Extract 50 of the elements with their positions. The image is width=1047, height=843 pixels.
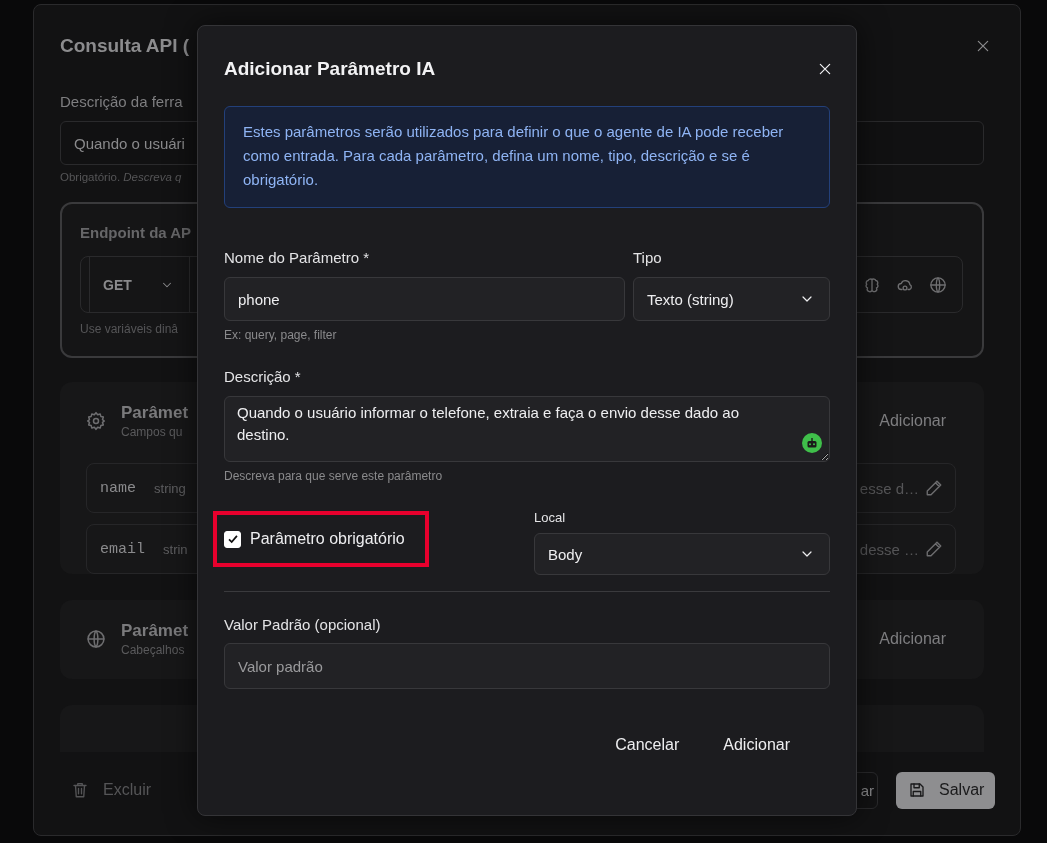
hint-text: Obrigatório. Descreva q <box>60 170 182 185</box>
edit-icon[interactable] <box>925 479 943 497</box>
dialog-button[interactable]: Adicionar <box>710 727 803 763</box>
close-button[interactable] <box>817 61 833 77</box>
field-value: Quando o usuári <box>74 134 185 152</box>
brain-icon <box>863 275 881 294</box>
save-icon <box>908 781 926 799</box>
add-button[interactable]: Adicionar <box>879 412 946 430</box>
dialog-button[interactable]: Cancelar <box>602 727 693 763</box>
parameter-name: email <box>100 540 145 558</box>
field-label: Tipo <box>633 248 663 268</box>
select-field[interactable]: Body <box>534 533 830 575</box>
parameter-type: string <box>154 480 186 496</box>
info-message: Estes parâmetros serão utilizados para definir o que o agente de IA pode receber como entrada. Para cada parâmetro, defina um nome, tipo, descrição e se é obrigatório. <box>224 106 830 208</box>
gear-icon <box>86 411 106 431</box>
hint-text: Ex: query, page, filter <box>224 327 337 343</box>
method-select[interactable]: GET <box>90 257 190 312</box>
dialog-title: Consulta API ( <box>60 35 190 57</box>
select-field[interactable]: Texto (string) <box>633 277 830 321</box>
field-label: Descrição * <box>224 367 302 387</box>
parameter-type: strin <box>163 541 188 557</box>
parameter-description: esse d… <box>859 479 919 497</box>
parameter-description: desse … <box>859 540 919 558</box>
add-button[interactable]: Adicionar <box>879 630 946 648</box>
close-icon <box>817 61 833 77</box>
parameter-name: name <box>100 479 136 497</box>
card-title: Endpoint da AP <box>80 223 193 243</box>
save-button[interactable]: Salvar <box>896 771 995 809</box>
modal-title: Adicionar Parâmetro IA <box>224 58 436 80</box>
section-title: Parâmet <box>121 402 189 424</box>
field-label: Local <box>534 509 567 527</box>
close-icon <box>975 38 991 54</box>
hint-text: Descreva para que serve este parâmetro <box>224 468 443 484</box>
edit-icon[interactable] <box>925 540 943 558</box>
field-label: Valor Padrão (opcional) <box>224 615 382 635</box>
section-title: Parâmet <box>121 620 189 642</box>
section-subtitle: Cabeçalhos <box>121 642 185 658</box>
description-field[interactable]: Quando o usuário informar o telefone, extraia e faça o envio desse dado ao destino. <box>224 396 830 462</box>
required-checkbox[interactable]: Parâmetro obrigatório <box>213 511 429 567</box>
name-field[interactable]: phone <box>224 277 625 321</box>
section-subtitle: Campos qu <box>121 424 183 440</box>
field-label: Descrição da ferra <box>60 92 184 112</box>
globe-icon <box>86 629 106 649</box>
method-text: GET <box>103 276 132 293</box>
default-value-field[interactable]: Valor padrão <box>224 643 830 689</box>
trash-icon <box>71 781 89 799</box>
hint-text: Use variáveis dinâ <box>80 321 179 337</box>
globe-icon <box>929 275 947 294</box>
field-label: Nome do Parâmetro * <box>224 248 371 268</box>
robot-icon[interactable] <box>802 433 822 453</box>
